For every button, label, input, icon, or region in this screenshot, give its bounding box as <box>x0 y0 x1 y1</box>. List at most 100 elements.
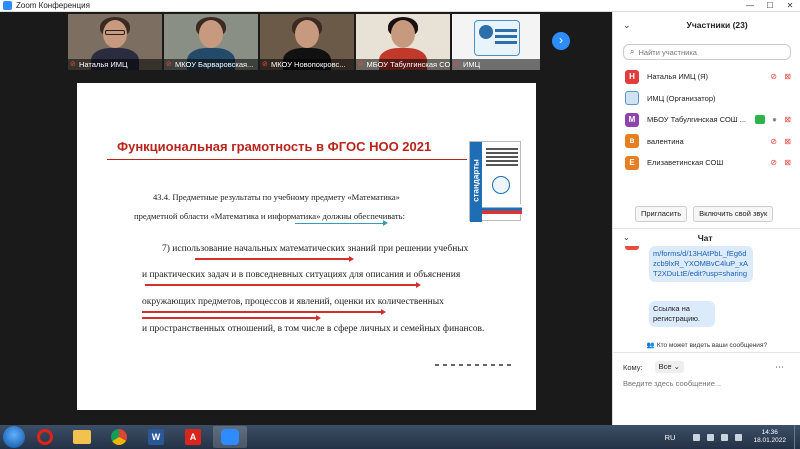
pdf-icon: A <box>185 429 201 445</box>
flag-stripe <box>482 204 522 214</box>
video-off-icon[interactable]: ⊠ <box>784 137 791 146</box>
taskbar-explorer[interactable] <box>65 426 99 448</box>
participants-actions: Пригласить Включить свой звук <box>613 206 800 222</box>
participant-row[interactable]: Н Наталья ИМЦ (Я) ⊘ ⊠ <box>613 66 800 88</box>
video-nameplate: ⊘ ИМЦ <box>452 59 540 70</box>
recipient-row: Кому: Все ⌄ ⋯ <box>623 361 784 373</box>
maximize-button[interactable]: ☐ <box>760 0 780 11</box>
shared-screen-slide: Функциональная грамотность в ФГОС НОО 20… <box>77 83 536 410</box>
side-panel: ⌄ Участники (23) ⌕ Н Наталья ИМЦ (Я) ⊘ ⊠… <box>612 12 800 425</box>
participants-header: ⌄ Участники (23) <box>613 12 800 38</box>
paragraph-1-line-2: предметной области «Математика и информа… <box>134 211 405 221</box>
close-button[interactable]: ✕ <box>780 0 800 11</box>
taskbar-pdf[interactable]: A <box>176 426 210 448</box>
taskbar-zoom[interactable] <box>213 426 247 448</box>
participant-face <box>391 20 415 48</box>
who-can-see-link[interactable]: 👥 Кто может видеть ваши сообщения? <box>613 341 800 349</box>
video-nameplate: ⊘ МКОУ Барваровская... <box>164 59 258 70</box>
muted-mic-icon: ⊘ <box>454 61 460 68</box>
window-title: Zoom Конференция <box>16 1 90 10</box>
participant-row[interactable]: М МБОУ Табулгинская СОШ ... ● ⊠ <box>613 109 800 131</box>
video-participant-name: МКОУ Новопокровс... <box>271 60 346 69</box>
window-controls: — ☐ ✕ <box>740 0 800 11</box>
window-title-bar: Zoom Конференция — ☐ ✕ <box>0 0 800 12</box>
more-options-icon[interactable]: ⋯ <box>775 362 784 373</box>
video-tile[interactable]: ⊘ МКОУ Барваровская... <box>164 14 258 70</box>
avatar: М <box>625 112 639 127</box>
video-nameplate: ⊘ МБОУ Табулгинская СО... <box>356 59 450 70</box>
taskbar-word[interactable]: W <box>139 426 173 448</box>
clock[interactable]: 14:36 18.01.2022 <box>753 429 786 445</box>
red-arrow-underline <box>145 282 421 287</box>
video-tile[interactable]: ⊘ ИМЦ <box>452 14 540 70</box>
chat-input[interactable] <box>623 379 791 388</box>
paragraph-2-line-3: окружающих предметов, процессов и явлени… <box>142 297 444 307</box>
video-off-icon[interactable]: ⊠ <box>784 158 791 167</box>
video-nameplate: ⊘ МКОУ Новопокровс... <box>260 59 354 70</box>
clock-date: 18.01.2022 <box>753 437 786 444</box>
participant-search[interactable]: ⌕ <box>623 44 791 60</box>
start-button[interactable] <box>3 426 25 448</box>
collapse-chevron-icon[interactable]: ⌄ <box>623 233 630 242</box>
minimize-button[interactable]: — <box>740 0 760 11</box>
video-participant-name: МКОУ Барваровская... <box>175 60 254 69</box>
red-arrow-underline <box>142 315 321 320</box>
chrome-icon <box>111 429 127 445</box>
people-icon: 👥 <box>646 342 657 349</box>
search-icon: ⌕ <box>630 47 635 56</box>
sender-marker <box>625 246 639 250</box>
paragraph-2-line-2: и практических задач и в повседневных си… <box>142 270 461 280</box>
collapse-chevron-icon[interactable]: ⌄ <box>623 20 631 31</box>
to-label: Кому: <box>623 362 643 372</box>
red-arrow-underline <box>142 309 386 314</box>
tray-arrow-icon[interactable] <box>693 433 701 441</box>
avatar: Е <box>625 155 639 170</box>
muted-mic-icon[interactable]: ⊘ <box>770 72 777 81</box>
taskbar-opera[interactable] <box>28 426 62 448</box>
video-tile[interactable]: ⊘ Наталья ИМЦ <box>68 14 162 70</box>
red-arrow-underline <box>195 256 354 261</box>
volume-icon[interactable] <box>721 433 729 441</box>
participant-row[interactable]: Е Елизаветинская СОШ ⊘ ⊠ <box>613 152 800 174</box>
chat-message-link[interactable]: m/forms/d/13HAtPbL_fEg6dzcb9lxR_YXOMBvC4… <box>649 246 753 282</box>
video-strip: ⊘ Наталья ИМЦ ⊘ МКОУ Барваровская... ⊘ М… <box>68 14 540 70</box>
participants-title: Участники (23) <box>686 20 748 30</box>
muted-mic-icon[interactable]: ⊘ <box>770 158 777 167</box>
participant-name: МБОУ Табулгинская СОШ ... <box>647 115 746 125</box>
video-off-icon[interactable]: ⊠ <box>784 115 791 124</box>
taskbar-chrome[interactable] <box>102 426 136 448</box>
network-icon[interactable] <box>707 433 715 441</box>
next-videos-button[interactable]: › <box>552 32 570 50</box>
screen-share-icon <box>755 115 765 124</box>
clock-time: 14:36 <box>761 429 778 436</box>
mic-icon[interactable]: ● <box>772 115 777 124</box>
fgos-book-cover: стандарты <box>469 141 522 222</box>
participant-row[interactable]: ИМЦ (Организатор) <box>613 88 800 110</box>
battery-icon[interactable] <box>735 433 743 441</box>
blue-arrow-icon <box>383 220 388 226</box>
participant-row[interactable]: в валентина ⊘ ⊠ <box>613 131 800 153</box>
recipient-select[interactable]: Все ⌄ <box>654 361 684 373</box>
windows-taskbar: W A RU 14:36 18.01.2022 <box>0 425 800 449</box>
slide-title: Функциональная грамотность в ФГОС НОО 20… <box>117 139 432 154</box>
language-indicator[interactable]: RU <box>665 433 676 442</box>
participant-face <box>295 20 319 48</box>
chat-messages: m/forms/d/13HAtPbL_fEg6dzcb9lxR_YXOMBvC4… <box>613 246 800 336</box>
muted-mic-icon: ⊘ <box>262 61 268 68</box>
slide-footer-mark <box>435 364 515 366</box>
video-tile[interactable]: ⊘ МБОУ Табулгинская СО... <box>356 14 450 70</box>
who-can-see-text: Кто может видеть ваши сообщения? <box>656 342 768 349</box>
search-input[interactable] <box>638 47 779 57</box>
show-desktop-button[interactable] <box>794 425 800 449</box>
avatar: Н <box>625 69 639 84</box>
zoom-icon <box>221 429 239 445</box>
participant-name: Наталья ИМЦ (Я) <box>647 72 709 82</box>
unmute-button[interactable]: Включить свой звук <box>693 206 774 222</box>
video-participant-name: Наталья ИМЦ <box>79 60 128 69</box>
invite-button[interactable]: Пригласить <box>635 206 688 222</box>
muted-mic-icon: ⊘ <box>70 61 76 68</box>
muted-mic-icon[interactable]: ⊘ <box>770 137 777 146</box>
muted-mic-icon: ⊘ <box>166 61 172 68</box>
video-off-icon[interactable]: ⊠ <box>784 72 791 81</box>
video-tile[interactable]: ⊘ МКОУ Новопокровс... <box>260 14 354 70</box>
